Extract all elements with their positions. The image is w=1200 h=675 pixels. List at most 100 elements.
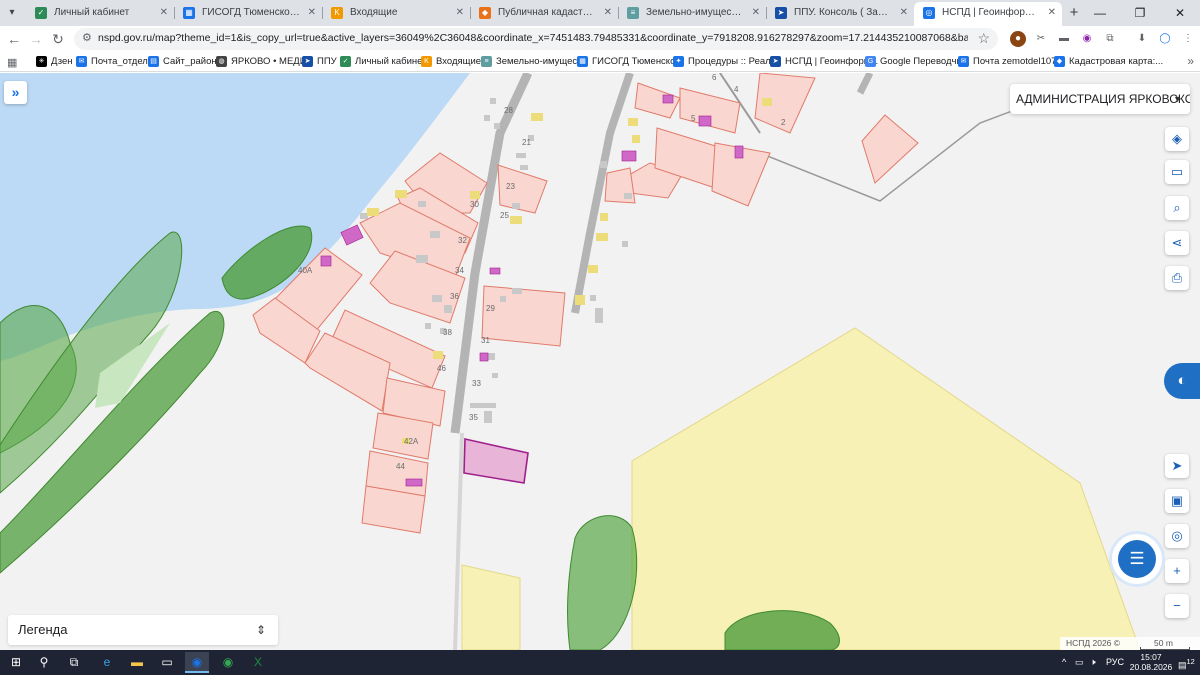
tab-cadastral-map[interactable]: ◆ Публичная кадастровая карта ✕ xyxy=(470,2,618,26)
tab-lichnyi-kabinet[interactable]: ✓ Личный кабинет ✕ xyxy=(26,2,174,26)
extension-minus-icon[interactable]: ▬ xyxy=(1056,31,1072,47)
site-info-icon[interactable]: ⚙ xyxy=(82,31,92,44)
network-icon[interactable]: ▭ xyxy=(1075,656,1084,668)
bookmark-item[interactable]: ➤ ППУ xyxy=(302,55,337,69)
chrome-profile-icon[interactable]: ◉ xyxy=(216,652,240,673)
back-icon[interactable]: ← xyxy=(4,29,24,49)
plot-number: 32 xyxy=(458,236,467,245)
bookmarks-overflow-icon[interactable]: » xyxy=(1187,54,1194,68)
close-icon[interactable]: ✕ xyxy=(900,2,908,24)
close-icon[interactable]: ✕ xyxy=(308,2,316,24)
admin-selector[interactable]: АДМИНИСТРАЦИЯ ЯРКОВСКОГО ▼ xyxy=(1010,84,1190,114)
zoom-out-button[interactable]: − xyxy=(1165,594,1189,618)
tab-inbox[interactable]: K Входящие ✕ xyxy=(322,2,470,26)
plot-number: 5 xyxy=(691,114,696,123)
document-icon: ▤ xyxy=(148,56,159,67)
extension-tools-icon[interactable]: ✂ xyxy=(1033,31,1049,47)
close-icon[interactable]: ✕ xyxy=(456,2,464,24)
chat-button[interactable]: ☰ xyxy=(1112,534,1162,584)
clock-time: 15:07 xyxy=(1140,652,1162,662)
extensions-puzzle-icon[interactable]: ⧉ xyxy=(1102,31,1118,47)
language-indicator[interactable]: РУС xyxy=(1106,656,1124,668)
bookmark-label: ГИСОГД Тюменско... xyxy=(592,56,684,67)
edge-icon[interactable]: e xyxy=(95,652,119,673)
download-icon[interactable]: ⬇ xyxy=(1134,31,1150,47)
bookmark-star-icon[interactable]: ☆ xyxy=(977,30,990,47)
system-clock[interactable]: 15:07 20.08.2026 xyxy=(1128,652,1174,672)
reload-icon[interactable]: ↻ xyxy=(48,29,68,49)
share-button[interactable]: ⋖ xyxy=(1165,231,1189,255)
expand-collapse-icon[interactable]: ⇕ xyxy=(256,615,266,645)
legend-panel[interactable]: Легенда ⇕ xyxy=(8,615,278,645)
bookmark-item[interactable]: G Google Переводчик xyxy=(865,55,966,69)
forward-icon[interactable]: → xyxy=(26,29,46,49)
apps-grid-icon[interactable]: ▦ xyxy=(7,56,17,69)
bookmark-item[interactable]: ▤ Сайт_района xyxy=(148,55,222,69)
terminal-icon[interactable]: ▭ xyxy=(155,652,179,673)
profile-icon[interactable]: ◯ xyxy=(1157,31,1173,47)
bookmark-item[interactable]: ✓ Личный кабинет xyxy=(340,55,426,69)
address-bar[interactable]: ⚙ nspd.gov.ru/map?theme_id=1&is_copy_url… xyxy=(74,28,998,50)
close-icon[interactable]: ✕ xyxy=(1048,2,1056,24)
map-canvas[interactable]: 28 21 23 25 30 32 34 36 38 40А 29 31 33 … xyxy=(0,73,1200,650)
agricultural-field xyxy=(461,564,521,650)
task-view-icon[interactable]: ⧉ xyxy=(62,652,86,673)
url-text[interactable]: nspd.gov.ru/map?theme_id=1&is_copy_url=t… xyxy=(98,32,968,44)
plot-number: 31 xyxy=(481,336,490,345)
mail-icon: ✉ xyxy=(76,56,87,67)
bookmark-item[interactable]: ✉ Почта_отдела xyxy=(76,55,153,69)
poi-button[interactable]: ◎ xyxy=(1165,524,1189,548)
bookmark-item[interactable]: ≡ Земельно-имущест... xyxy=(481,55,588,69)
tab-nspd[interactable]: ◎ НСПД | Геоинформационный ✕ xyxy=(914,2,1062,26)
bookmark-label: Входящие xyxy=(436,56,482,67)
tab-land-registry[interactable]: ≡ Земельно-имущественный к ✕ xyxy=(618,2,766,26)
minimize-icon[interactable]: — xyxy=(1080,0,1120,26)
zoom-region-button[interactable]: ⌕ xyxy=(1165,196,1189,220)
windows-start-icon[interactable]: ⊞ xyxy=(4,652,28,673)
close-icon[interactable]: ✕ xyxy=(752,2,760,24)
poi-icon: ◎ xyxy=(1171,528,1183,543)
tab-search-icon[interactable]: ▾ xyxy=(4,5,20,21)
print-button[interactable]: ⎙ xyxy=(1165,266,1189,290)
close-window-icon[interactable]: ✕ xyxy=(1160,0,1200,26)
plot-number: 44 xyxy=(396,462,405,471)
bookmark-item[interactable]: ▦ ГИСОГД Тюменско... xyxy=(577,55,683,69)
ruler-button[interactable]: ▭ xyxy=(1165,160,1189,184)
map-svg: 28 21 23 25 30 32 34 36 38 40А 29 31 33 … xyxy=(0,73,1141,650)
close-icon[interactable]: ✕ xyxy=(604,2,612,24)
basemap-button[interactable]: ▣ xyxy=(1165,489,1189,513)
notifications-icon[interactable]: ▤12 xyxy=(1178,656,1195,671)
tab-ppu-console[interactable]: ➤ ППУ. Консоль ( Заявления с Е ✕ xyxy=(766,2,914,26)
plot-number: 29 xyxy=(486,304,495,313)
expand-panel-button[interactable]: » xyxy=(4,81,27,104)
extension-avatar-icon[interactable]: ● xyxy=(1010,31,1026,47)
extension-circle-icon[interactable]: ◉ xyxy=(1079,31,1095,47)
file-explorer-icon[interactable]: ▬ xyxy=(125,652,149,673)
bookmark-label: Почта_отдела xyxy=(91,56,154,67)
tab-title: НСПД | Геоинформационный xyxy=(942,7,1062,18)
bookmark-item[interactable]: ✦ Процедуры :: Реал... xyxy=(673,55,779,69)
search-icon[interactable]: ⚲ xyxy=(32,652,56,673)
restore-icon[interactable]: ❐ xyxy=(1120,0,1160,26)
bookmark-item[interactable]: ◍ ЯРКОВО • МЕДИА xyxy=(216,55,313,69)
bookmark-item[interactable]: ✉ Почта zemotdel107... xyxy=(958,55,1064,69)
volume-icon[interactable]: 🕨 xyxy=(1090,656,1096,668)
tab-gisogd[interactable]: ▦ ГИСОГД Тюменской области ✕ xyxy=(174,2,322,26)
bookmark-item[interactable]: ◆ Кадастровая карта:... xyxy=(1054,55,1163,69)
zoom-in-button[interactable]: + xyxy=(1165,559,1189,583)
bookmark-item[interactable]: K Входящие xyxy=(421,55,481,69)
bookmark-item[interactable]: ➤ НСПД | Геоинформ... xyxy=(770,55,878,69)
bookmark-label: Земельно-имущест... xyxy=(496,56,589,67)
bookmark-item[interactable]: ✳ Дзен xyxy=(36,55,73,69)
menu-kebab-icon[interactable]: ⋮ xyxy=(1180,31,1196,47)
selected-parcel xyxy=(463,438,529,484)
layers-button[interactable]: ◈ xyxy=(1165,127,1189,151)
tray-overflow-icon[interactable]: ^ xyxy=(1062,656,1066,668)
excel-icon[interactable]: X xyxy=(246,652,270,673)
chrome-icon[interactable]: ◉ xyxy=(185,652,209,673)
nspd-icon: ➤ xyxy=(770,56,781,67)
side-panel-tab[interactable]: ◐ xyxy=(1164,363,1200,399)
geolocate-button[interactable]: ➤ xyxy=(1165,454,1189,478)
bookmarks-bar: ▦ ✳ Дзен ✉ Почта_отдела ▤ Сайт_района ◍ ЯРКО… xyxy=(0,52,1200,72)
close-icon[interactable]: ✕ xyxy=(160,2,168,24)
